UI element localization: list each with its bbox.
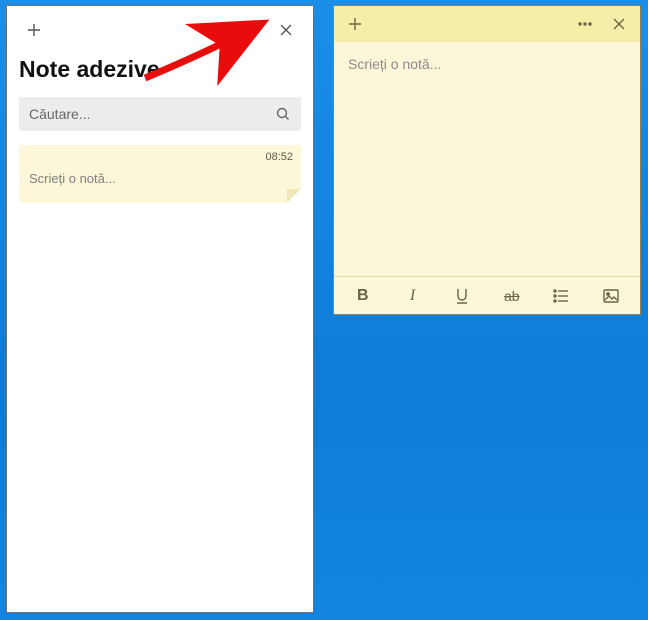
italic-button[interactable]: I (394, 281, 430, 311)
search-input[interactable] (29, 106, 275, 122)
image-icon (602, 287, 620, 305)
bullet-list-icon (552, 287, 570, 305)
gear-icon (242, 22, 258, 38)
note-fold-corner (287, 189, 301, 203)
ellipsis-icon (577, 16, 593, 32)
underline-icon (453, 287, 471, 305)
notes-list-window: Note adezive 08:52 Scrieți o notă... (6, 5, 314, 613)
close-icon (611, 16, 627, 32)
plus-icon (347, 16, 363, 32)
plus-icon (26, 22, 42, 38)
sticky-titlebar-right (570, 9, 634, 39)
close-button[interactable] (271, 15, 301, 45)
strike-label: ab (504, 288, 520, 304)
strikethrough-button[interactable]: ab (494, 281, 530, 311)
note-timestamp: 08:52 (265, 151, 293, 163)
sticky-close-button[interactable] (604, 9, 634, 39)
search-icon (275, 106, 291, 122)
app-title: Note adezive (19, 56, 301, 83)
underline-button[interactable] (444, 281, 480, 311)
sticky-content-editor[interactable]: Scrieți o notă... (348, 56, 626, 262)
close-icon (278, 22, 294, 38)
sticky-titlebar (334, 6, 640, 42)
notes-titlebar (19, 14, 301, 46)
insert-image-button[interactable] (593, 281, 629, 311)
bullet-list-button[interactable] (543, 281, 579, 311)
titlebar-left (19, 15, 49, 45)
sticky-menu-button[interactable] (570, 9, 600, 39)
note-list: 08:52 Scrieți o notă... (19, 145, 301, 203)
new-note-button[interactable] (19, 15, 49, 45)
settings-button[interactable] (235, 15, 265, 45)
bold-button[interactable]: B (345, 281, 381, 311)
sticky-new-button[interactable] (340, 9, 370, 39)
note-list-item[interactable]: 08:52 Scrieți o notă... (19, 145, 301, 203)
sticky-note-window: Scrieți o notă... B I ab (333, 5, 641, 315)
note-preview: Scrieți o notă... (29, 171, 291, 186)
format-toolbar: B I ab (334, 276, 640, 314)
search-bar[interactable] (19, 97, 301, 131)
sticky-body: Scrieți o notă... (334, 42, 640, 276)
titlebar-right (235, 15, 301, 45)
